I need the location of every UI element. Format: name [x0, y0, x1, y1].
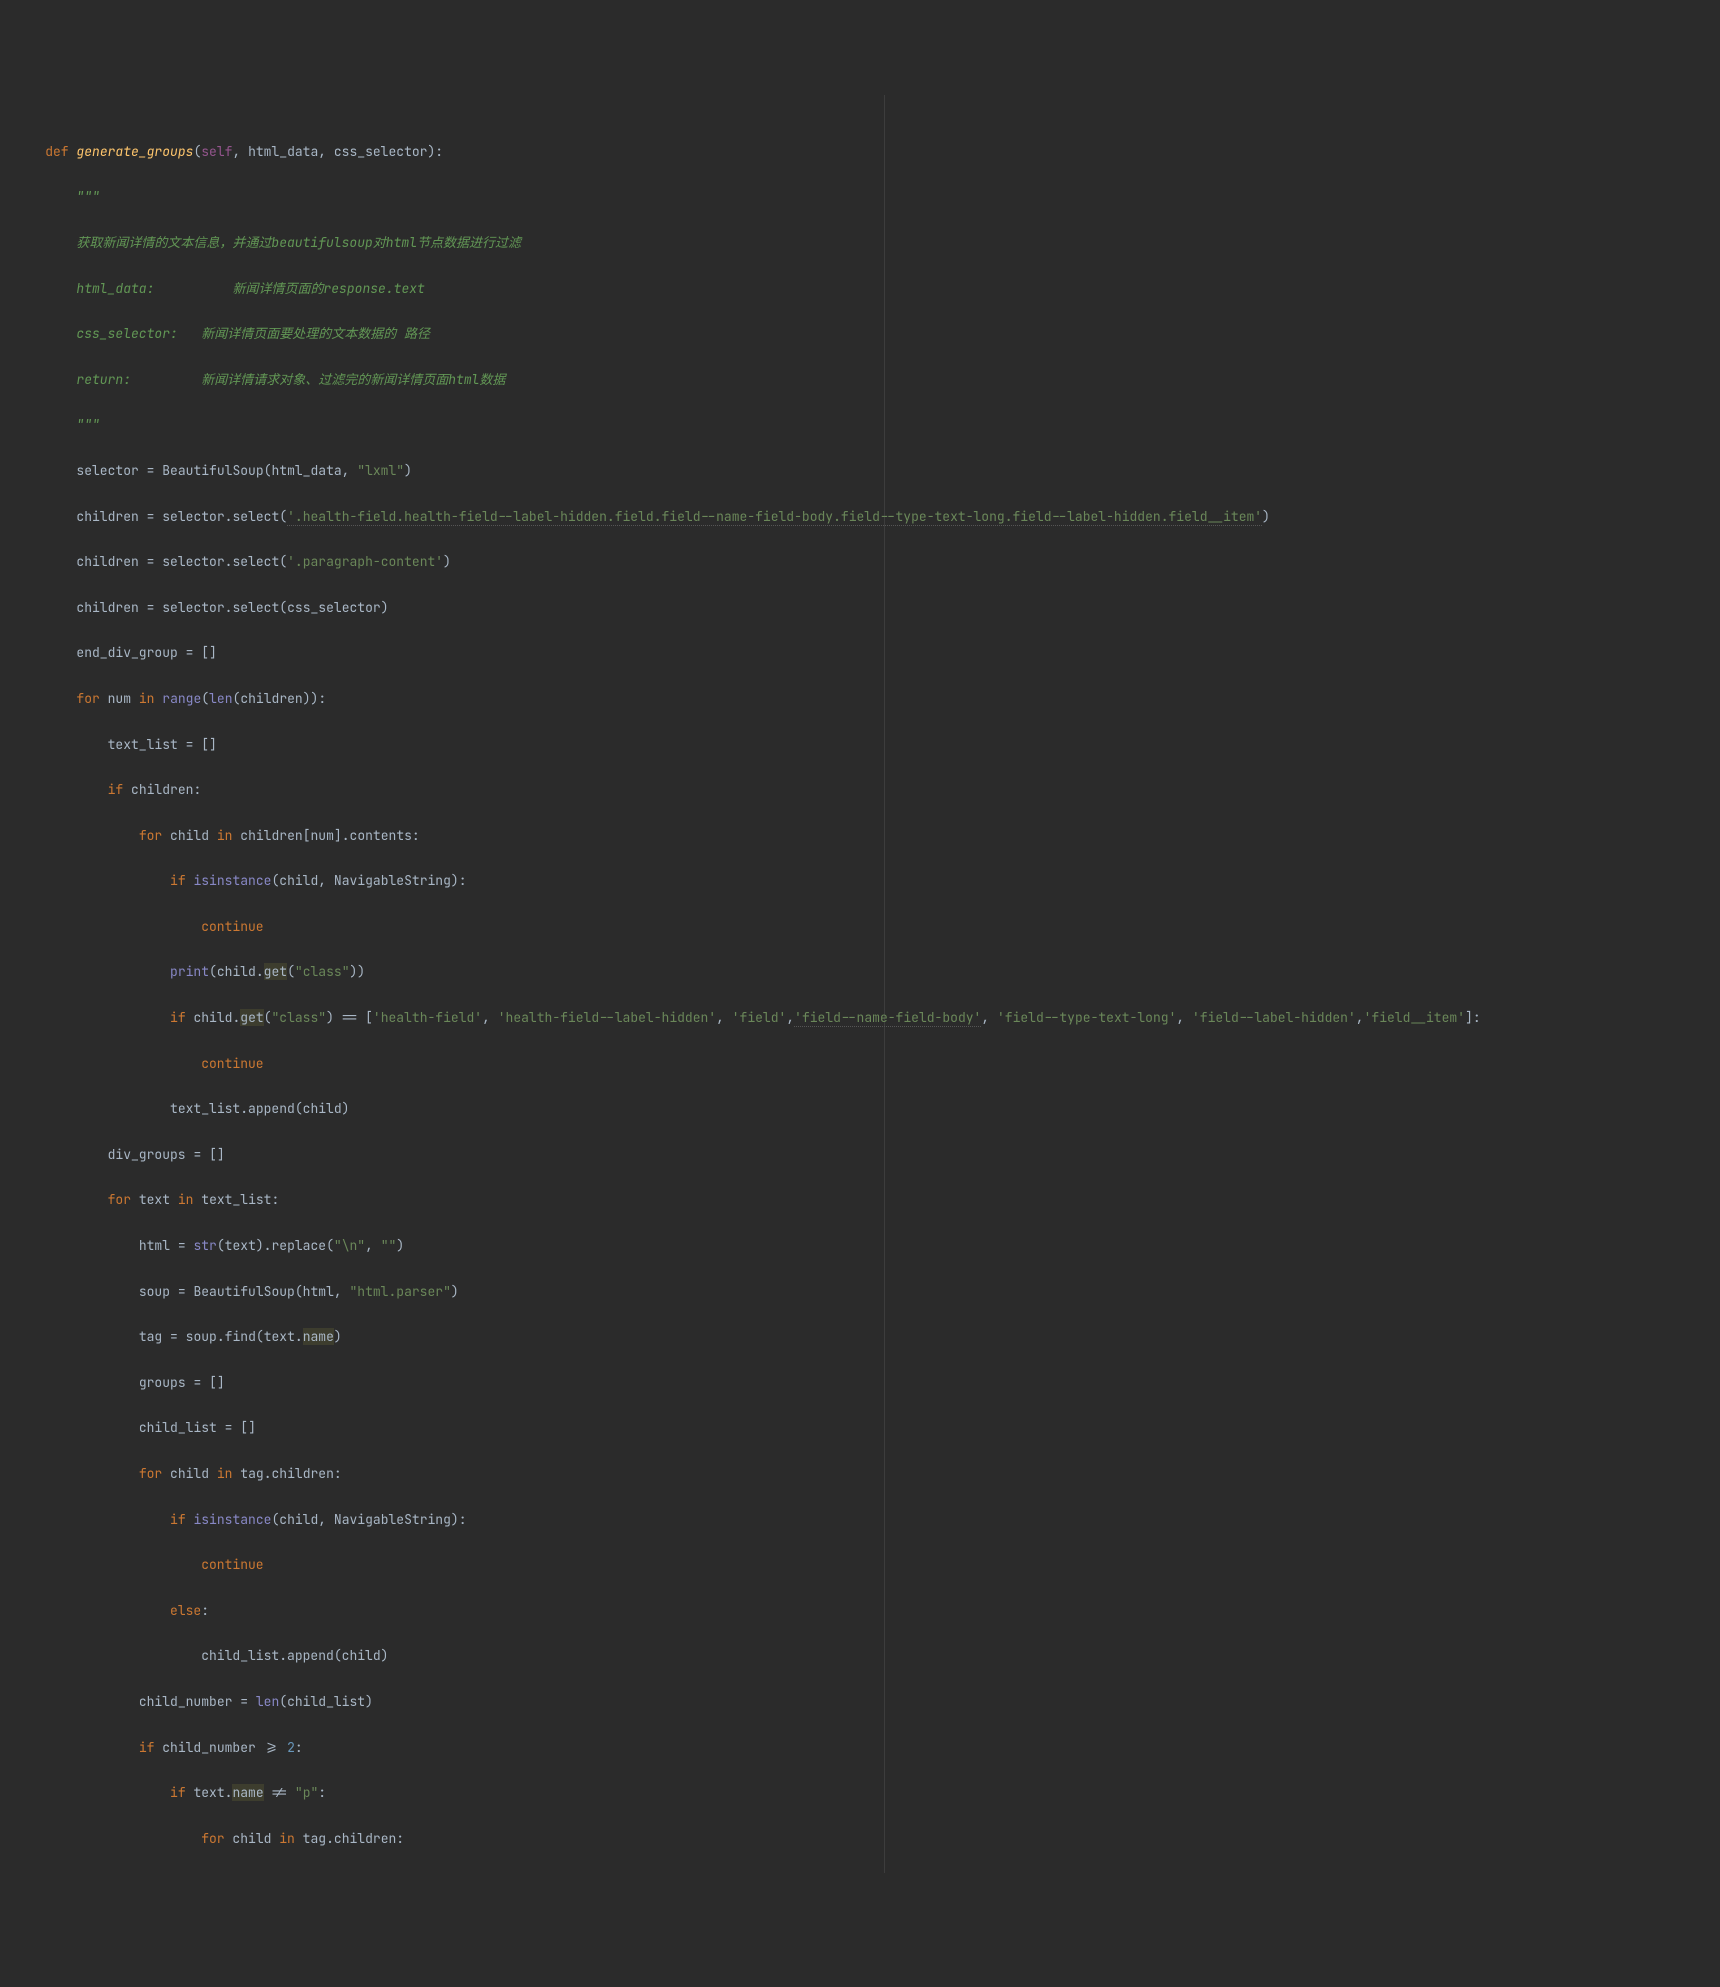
code-line[interactable]: continue	[14, 1554, 1720, 1577]
code-line[interactable]: if children:	[14, 779, 1720, 802]
code-line[interactable]: child_list = []	[14, 1417, 1720, 1440]
code-line[interactable]: if isinstance(child, NavigableString):	[14, 870, 1720, 893]
docstring-key: return:	[76, 371, 131, 388]
code-line[interactable]: tag = soup.find(text.name)	[14, 1326, 1720, 1349]
code-line[interactable]: for child in tag.children:	[14, 1828, 1720, 1851]
code-line[interactable]: for text in text_list:	[14, 1189, 1720, 1212]
code-line[interactable]: else:	[14, 1600, 1720, 1623]
code-line[interactable]: 获取新闻详情的文本信息，并通过beautifulsoup对html节点数据进行过…	[14, 232, 1720, 255]
code-editor[interactable]: def generate_groups(self, html_data, css…	[0, 95, 1720, 1873]
code-line[interactable]: if text.name != "p":	[14, 1782, 1720, 1805]
code-line[interactable]: children = selector.select(css_selector)	[14, 597, 1720, 620]
keyword-def: def	[45, 143, 68, 160]
highlighted-name: name	[303, 1328, 334, 1345]
code-line[interactable]: def generate_groups(self, html_data, css…	[14, 141, 1720, 164]
code-line[interactable]: html_data: 新闻详情页面的response.text	[14, 278, 1720, 301]
css-selector-string: '.health-field.health-field--label-hidde…	[287, 508, 1262, 526]
highlighted-name: name	[232, 1784, 263, 1801]
code-line[interactable]: children = selector.select('.health-fiel…	[14, 506, 1720, 529]
code-line[interactable]: if child.get("class") == ['health-field'…	[14, 1007, 1720, 1030]
code-line[interactable]: children = selector.select('.paragraph-c…	[14, 551, 1720, 574]
code-line[interactable]: """	[14, 186, 1720, 209]
code-line[interactable]: selector = BeautifulSoup(html_data, "lxm…	[14, 460, 1720, 483]
code-line[interactable]: css_selector: 新闻详情页面要处理的文本数据的 路径	[14, 323, 1720, 346]
highlighted-get: get	[240, 1009, 263, 1026]
highlighted-get: get	[264, 963, 287, 980]
code-line[interactable]: for child in children[num].contents:	[14, 825, 1720, 848]
code-line[interactable]: continue	[14, 1053, 1720, 1076]
code-line[interactable]: for num in range(len(children)):	[14, 688, 1720, 711]
code-line[interactable]: if child_number >= 2:	[14, 1737, 1720, 1760]
code-line[interactable]: groups = []	[14, 1372, 1720, 1395]
docstring-quote: """	[76, 416, 99, 433]
code-line[interactable]: div_groups = []	[14, 1144, 1720, 1167]
code-line[interactable]: soup = BeautifulSoup(html, "html.parser"…	[14, 1281, 1720, 1304]
code-line[interactable]: end_div_group = []	[14, 642, 1720, 665]
code-line[interactable]: child_number = len(child_list)	[14, 1691, 1720, 1714]
code-line[interactable]: text_list.append(child)	[14, 1098, 1720, 1121]
code-line[interactable]: if isinstance(child, NavigableString):	[14, 1509, 1720, 1532]
code-line[interactable]: continue	[14, 916, 1720, 939]
code-line[interactable]: return: 新闻详情请求对象、过滤完的新闻详情页面html数据	[14, 369, 1720, 392]
code-line[interactable]: html = str(text).replace("\n", "")	[14, 1235, 1720, 1258]
code-line[interactable]: """	[14, 414, 1720, 437]
code-line[interactable]: print(child.get("class"))	[14, 961, 1720, 984]
docstring-key: css_selector:	[76, 325, 177, 342]
docstring-key: html_data:	[76, 280, 154, 297]
function-name: generate_groups	[76, 143, 193, 160]
code-line[interactable]: for child in tag.children:	[14, 1463, 1720, 1486]
self-param: self	[201, 143, 232, 160]
docstring-quote: """	[76, 188, 99, 205]
docstring-text: 获取新闻详情的文本信息，并通过beautifulsoup对html节点数据进行过…	[76, 234, 521, 251]
code-line[interactable]: child_list.append(child)	[14, 1645, 1720, 1668]
code-line[interactable]: text_list = []	[14, 734, 1720, 757]
